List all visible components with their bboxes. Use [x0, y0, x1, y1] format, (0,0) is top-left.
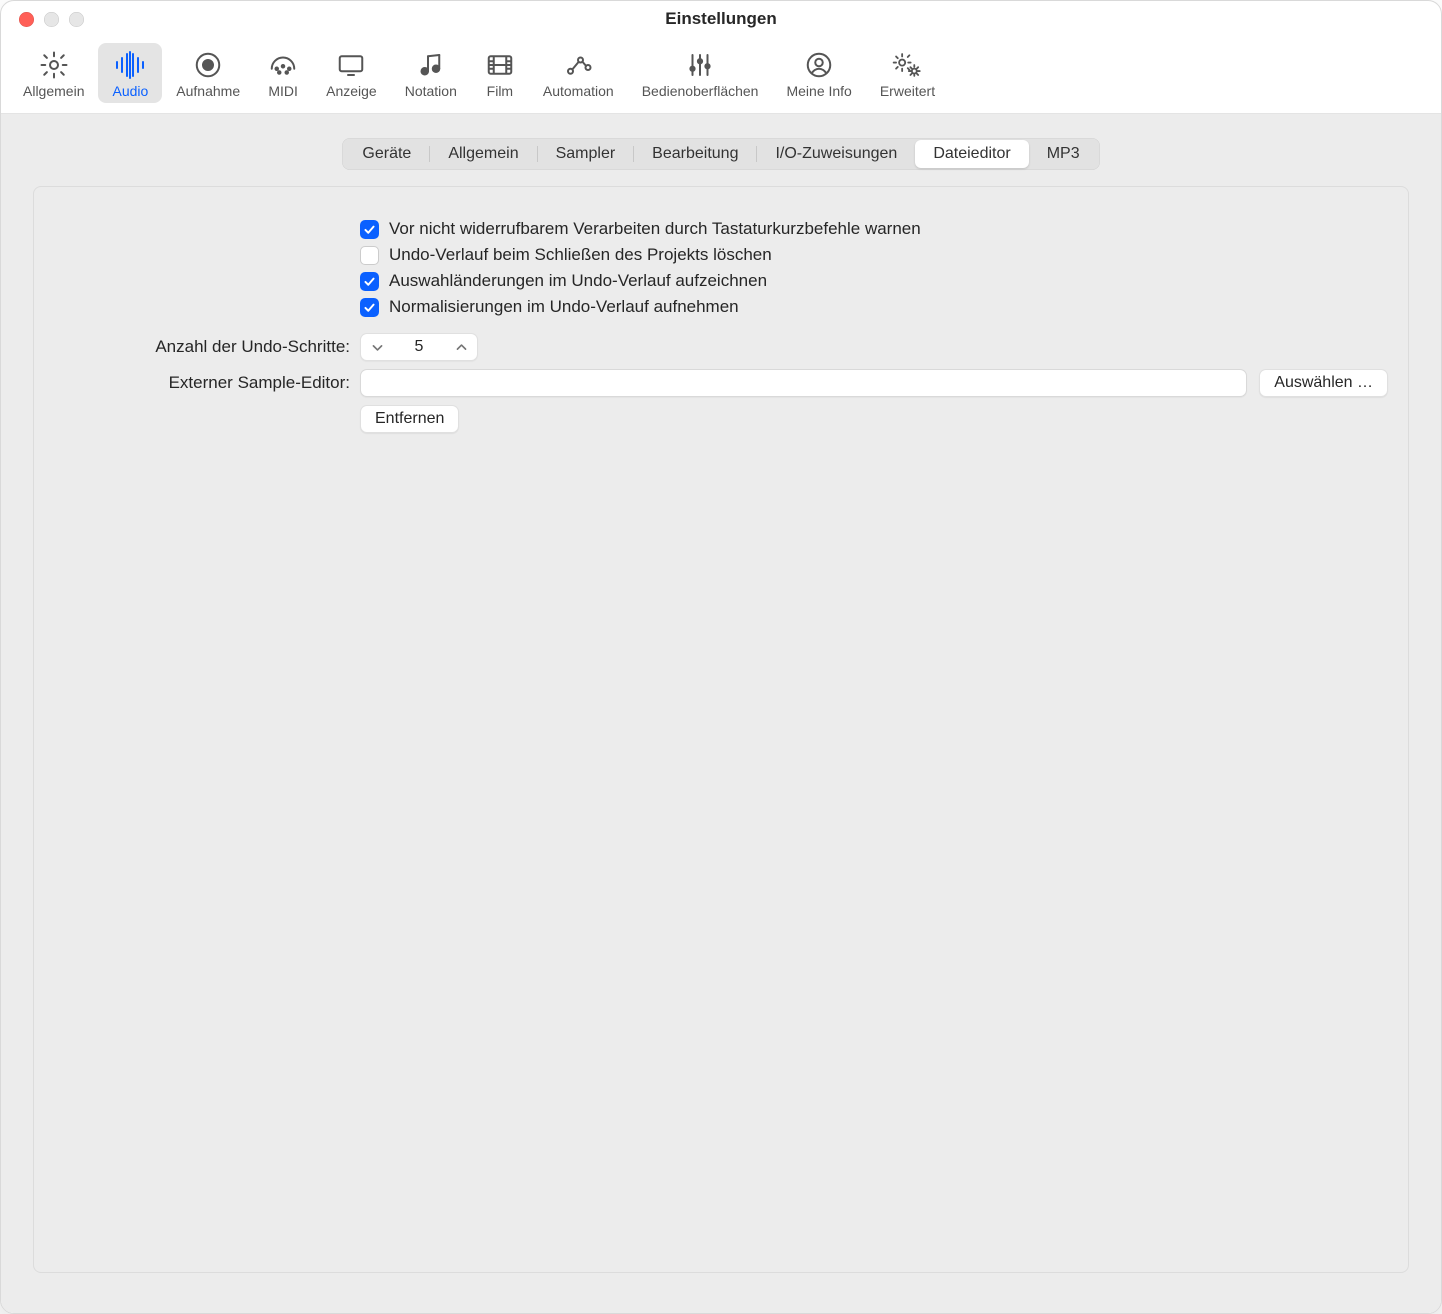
chevron-up-icon[interactable] — [445, 334, 477, 360]
toolbar-item-label: Erweitert — [880, 83, 935, 99]
chevron-down-icon[interactable] — [361, 334, 393, 360]
toolbar-item-audio[interactable]: Audio — [98, 43, 162, 103]
undo-steps-row: Anzahl der Undo-Schritte: 5 — [54, 333, 1388, 361]
subtab-ger-te[interactable]: Geräte — [344, 140, 429, 168]
settings-panel: Vor nicht widerrufbarem Verarbeiten durc… — [33, 186, 1409, 1273]
toolbar-item-label: Aufnahme — [176, 83, 240, 99]
checkbox-label: Auswahländerungen im Undo-Verlauf aufzei… — [389, 271, 767, 291]
checkbox-label: Vor nicht widerrufbarem Verarbeiten durc… — [389, 219, 921, 239]
subtabs: GeräteAllgemeinSamplerBearbeitungI/O-Zuw… — [342, 138, 1099, 170]
subtab-allgemein[interactable]: Allgemein — [430, 140, 536, 168]
remove-button[interactable]: Entfernen — [360, 405, 459, 433]
checkbox-row: Auswahländerungen im Undo-Verlauf aufzei… — [54, 271, 1388, 291]
undo-steps-value: 5 — [393, 338, 445, 356]
toolbar-item-aufnahme[interactable]: Aufnahme — [162, 43, 254, 103]
external-editor-label: Externer Sample-Editor: — [54, 373, 360, 393]
external-editor-row: Externer Sample-Editor: Auswählen … — [54, 369, 1388, 397]
remove-row: Entfernen — [54, 405, 1388, 433]
display-icon — [336, 47, 366, 83]
checkbox[interactable] — [360, 220, 379, 239]
checkbox[interactable] — [360, 298, 379, 317]
audio-wave-icon — [113, 47, 147, 83]
subtab-i-o-zuweisungen[interactable]: I/O-Zuweisungen — [757, 140, 915, 168]
window-title: Einstellungen — [665, 9, 776, 29]
toolbar-item-bedienoberflächen[interactable]: Bedienoberflächen — [628, 43, 773, 103]
checkbox-label: Undo-Verlauf beim Schließen des Projekts… — [389, 245, 772, 265]
checkbox[interactable] — [360, 272, 379, 291]
sliders-icon — [685, 47, 715, 83]
preferences-window: Einstellungen Allgemein Audio Aufnahme MIDI… — [0, 0, 1442, 1314]
toolbar-item-midi[interactable]: MIDI — [254, 43, 312, 103]
toolbar-item-label: Meine Info — [786, 83, 851, 99]
external-editor-field[interactable] — [360, 369, 1247, 397]
midi-icon — [268, 47, 298, 83]
toolbar-item-label: MIDI — [268, 83, 298, 99]
checkbox-label: Normalisierungen im Undo-Verlauf aufnehm… — [389, 297, 739, 317]
toolbar-item-label: Allgemein — [23, 83, 84, 99]
choose-button[interactable]: Auswählen … — [1259, 369, 1388, 397]
undo-steps-stepper[interactable]: 5 — [360, 333, 478, 361]
gear-icon — [39, 47, 69, 83]
maximize-icon[interactable] — [69, 12, 84, 27]
subtab-bearbeitung[interactable]: Bearbeitung — [634, 140, 756, 168]
notation-icon — [416, 47, 446, 83]
record-icon — [193, 47, 223, 83]
toolbar-item-meine info[interactable]: Meine Info — [772, 43, 865, 103]
content-area: GeräteAllgemeinSamplerBearbeitungI/O-Zuw… — [1, 114, 1441, 1313]
toolbar-item-anzeige[interactable]: Anzeige — [312, 43, 391, 103]
checkbox-row: Vor nicht widerrufbarem Verarbeiten durc… — [54, 219, 1388, 239]
automation-icon — [563, 47, 593, 83]
checkbox-row: Normalisierungen im Undo-Verlauf aufnehm… — [54, 297, 1388, 317]
toolbar-item-notation[interactable]: Notation — [391, 43, 471, 103]
undo-steps-label: Anzahl der Undo-Schritte: — [54, 337, 360, 357]
subtab-mp3[interactable]: MP3 — [1029, 140, 1098, 168]
toolbar-item-label: Notation — [405, 83, 457, 99]
film-icon — [485, 47, 515, 83]
subtab-dateieditor[interactable]: Dateieditor — [915, 140, 1028, 168]
toolbar-item-label: Automation — [543, 83, 614, 99]
advanced-gears-icon — [890, 47, 924, 83]
checkbox-row: Undo-Verlauf beim Schließen des Projekts… — [54, 245, 1388, 265]
toolbar-item-erweitert[interactable]: Erweitert — [866, 43, 949, 103]
toolbar-item-label: Anzeige — [326, 83, 377, 99]
toolbar-item-automation[interactable]: Automation — [529, 43, 628, 103]
toolbar: Allgemein Audio Aufnahme MIDI Anzeige Notatio… — [1, 37, 1441, 114]
subtab-sampler[interactable]: Sampler — [538, 140, 634, 168]
checkbox[interactable] — [360, 246, 379, 265]
toolbar-item-label: Bedienoberflächen — [642, 83, 759, 99]
minimize-icon[interactable] — [44, 12, 59, 27]
toolbar-item-label: Film — [487, 83, 513, 99]
close-icon[interactable] — [19, 12, 34, 27]
toolbar-item-allgemein[interactable]: Allgemein — [9, 43, 98, 103]
toolbar-item-label: Audio — [112, 83, 148, 99]
toolbar-item-film[interactable]: Film — [471, 43, 529, 103]
traffic-lights — [19, 1, 84, 37]
account-icon — [804, 47, 834, 83]
titlebar: Einstellungen — [1, 1, 1441, 37]
